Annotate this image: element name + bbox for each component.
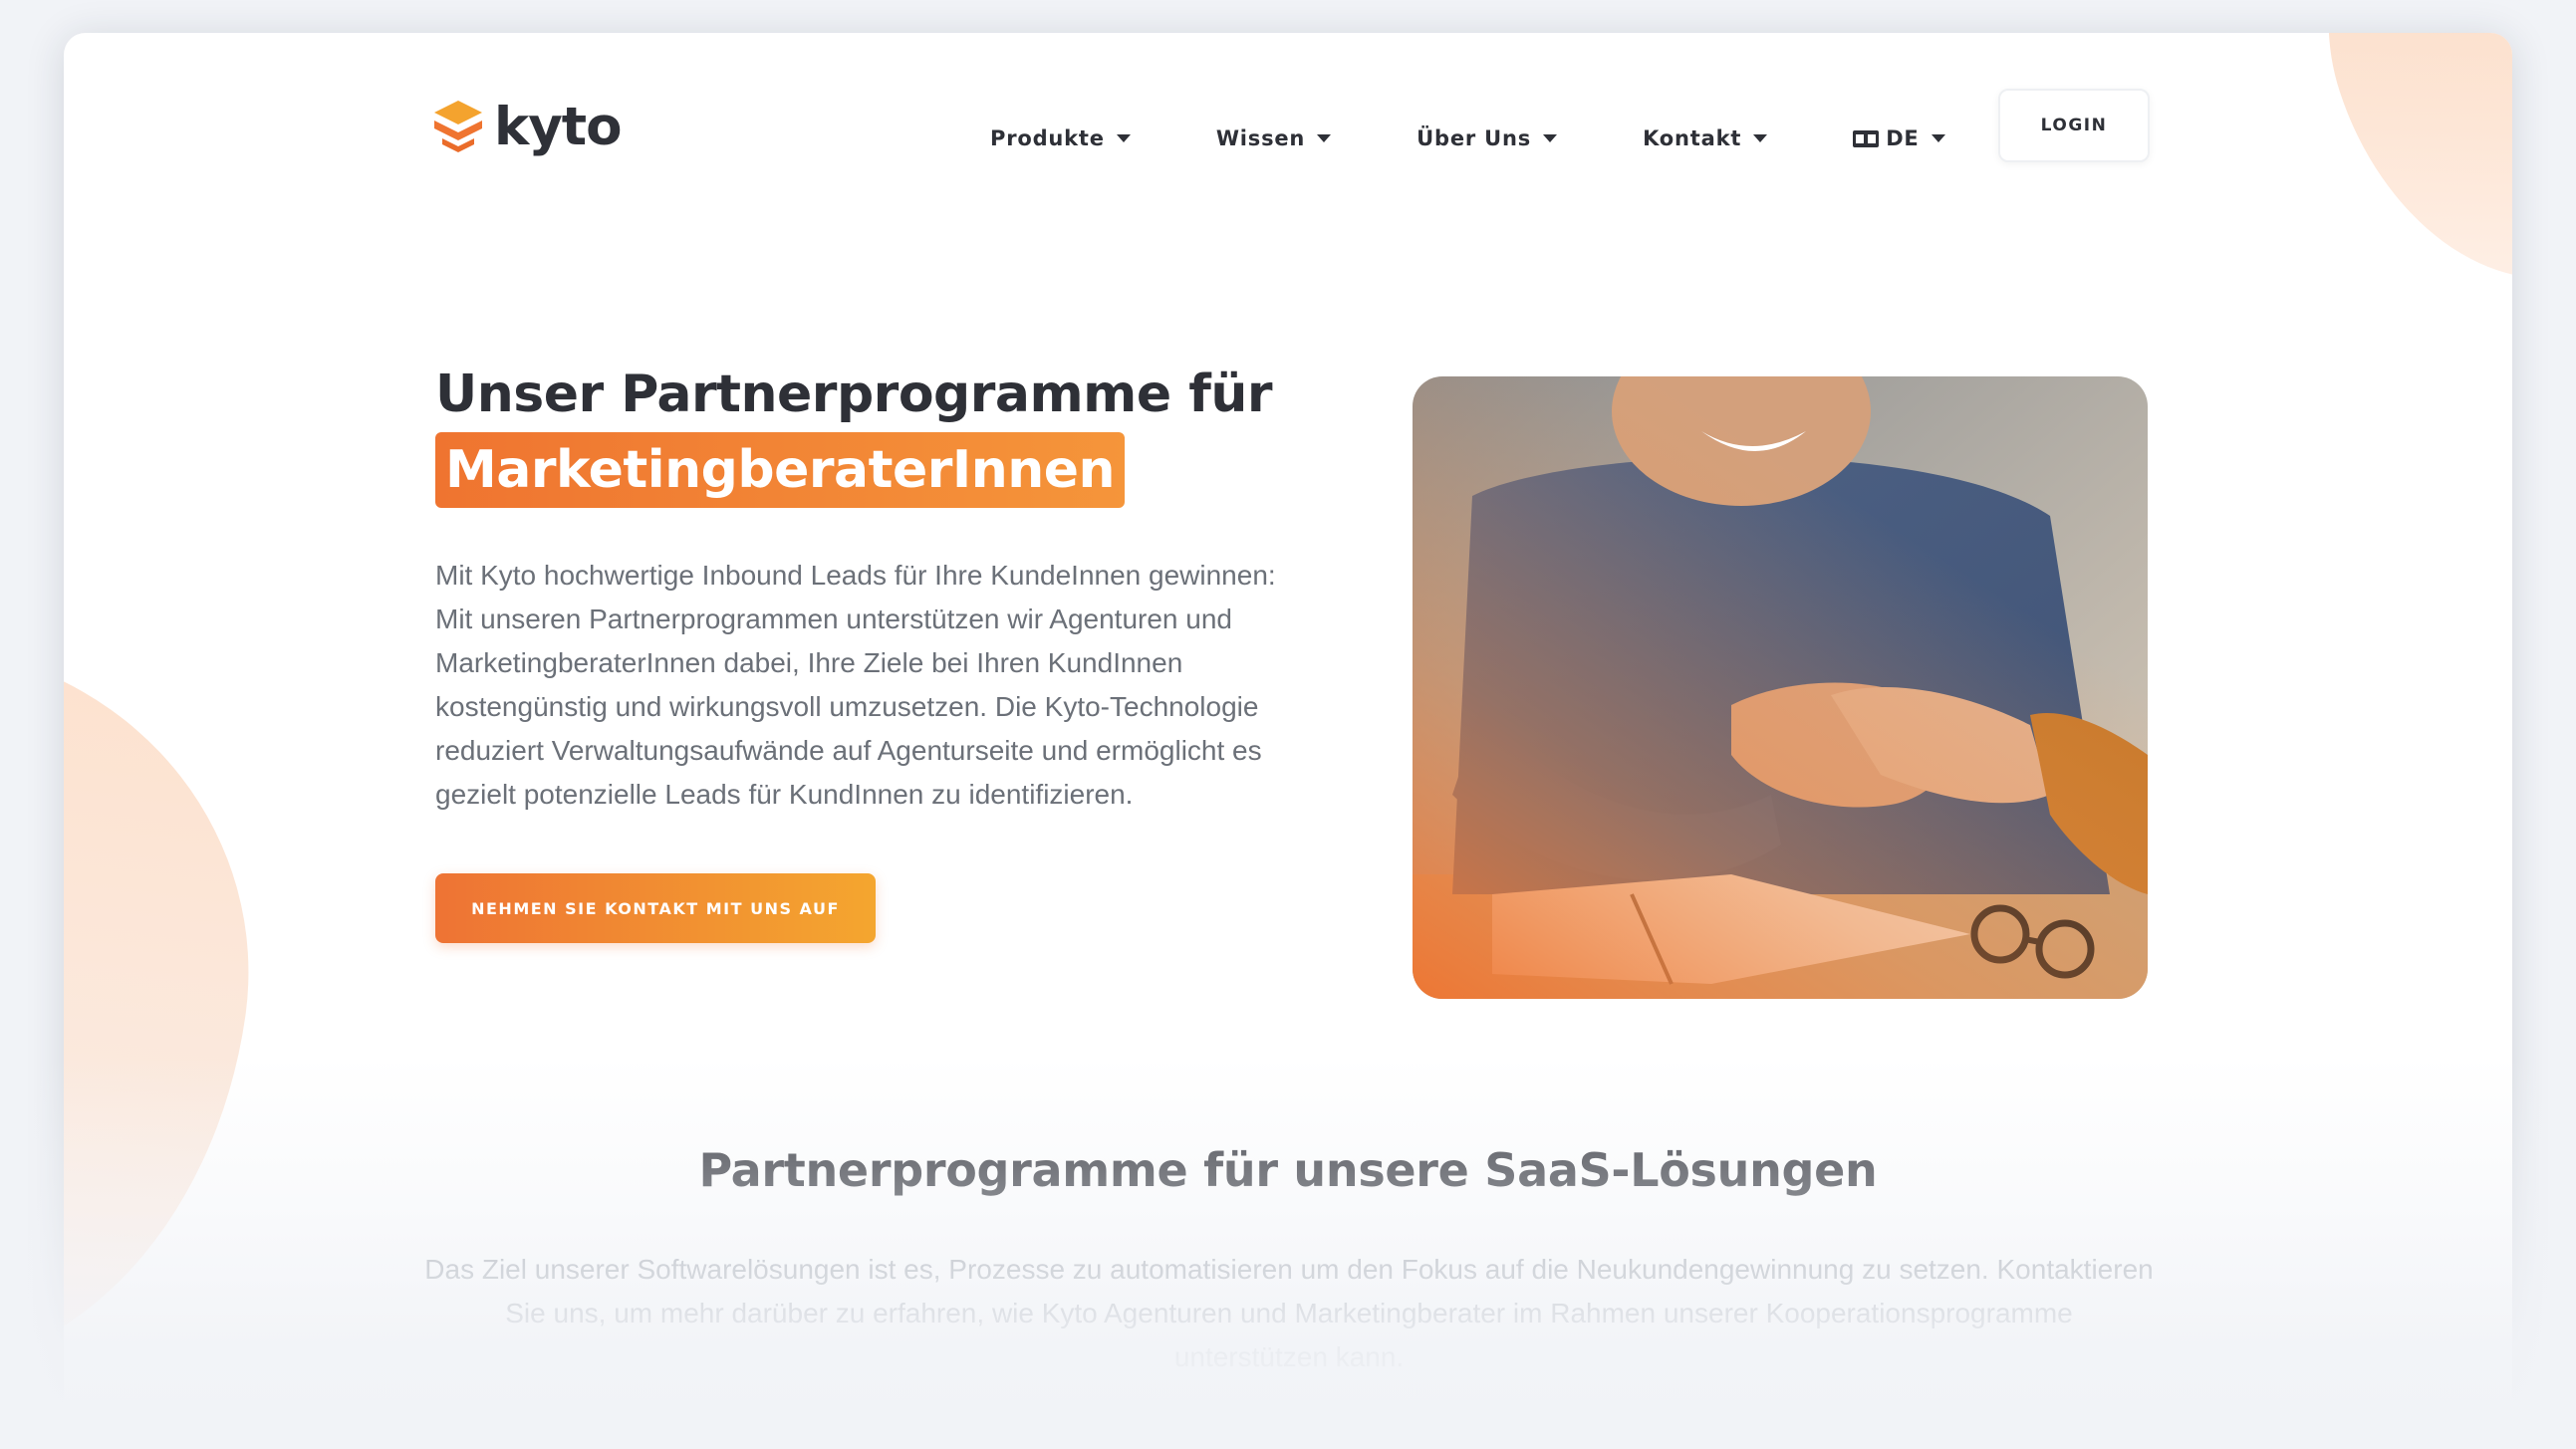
- hero-description-line: gezielt potenzielle Leads für KundInnen …: [435, 779, 1134, 810]
- section-description-line: unterstützen kann.: [1173, 1341, 1405, 1372]
- section-description-line: Sie uns, um mehr darüber zu erfahren, wi…: [505, 1298, 2073, 1328]
- nav-item-label: Wissen: [1215, 126, 1306, 150]
- nav-item-kontakt[interactable]: Kontakt: [1643, 126, 1768, 150]
- caret-down-icon: [1116, 134, 1131, 142]
- main-nav: Produkte Wissen Über Uns Kontakt DE: [990, 126, 1945, 150]
- section-description-line: Das Ziel unserer Softwarelösungen ist es…: [424, 1254, 2154, 1285]
- hero-description-line: kostengünstig und wirkungsvoll umzusetze…: [435, 691, 1259, 722]
- section-description: Das Ziel unserer Softwarelösungen ist es…: [422, 1248, 2156, 1379]
- nav-item-wissen[interactable]: Wissen: [1215, 126, 1332, 150]
- page-card: kyto Produkte Wissen Über Uns Kontakt DE…: [64, 33, 2512, 1449]
- decorative-blob-left: [64, 620, 291, 1407]
- nav-item-label: Kontakt: [1643, 126, 1742, 150]
- nav-item-label: Über Uns: [1417, 126, 1532, 150]
- language-label: DE: [1886, 126, 1920, 150]
- translate-icon: [1853, 129, 1880, 147]
- hero-title: Unser Partnerprogramme für: [435, 364, 1273, 424]
- contact-cta-button[interactable]: NEHMEN SIE KONTAKT MIT UNS AUF: [435, 873, 876, 943]
- caret-down-icon: [1753, 134, 1768, 142]
- hero-description-line: MarketingberaterInnen dabei, Ihre Ziele …: [435, 647, 1183, 678]
- hero-description: Mit Kyto hochwertige Inbound Leads für I…: [435, 554, 1322, 817]
- handshake-photo: [1413, 376, 2148, 999]
- section-title: Partnerprogramme für unsere SaaS-Lösunge…: [698, 1143, 1878, 1197]
- hero-handshake-image: [1413, 376, 2148, 999]
- nav-item-label: Produkte: [990, 126, 1105, 150]
- language-selector[interactable]: DE: [1853, 126, 1945, 150]
- nav-item-ueber-uns[interactable]: Über Uns: [1417, 126, 1558, 150]
- caret-down-icon: [1931, 134, 1945, 142]
- hero-description-line: reduziert Verwaltungsaufwände auf Agentu…: [435, 735, 1262, 766]
- hero-description-line: Mit Kyto hochwertige Inbound Leads für I…: [435, 560, 1276, 591]
- hero-description-line: Mit unseren Partnerprogrammen unterstütz…: [435, 604, 1232, 634]
- kyto-logo-icon: [434, 101, 482, 152]
- caret-down-icon: [1317, 134, 1332, 142]
- login-button[interactable]: LOGIN: [1998, 89, 2150, 162]
- logo[interactable]: kyto: [432, 96, 623, 157]
- hero-title-highlight: MarketingberaterInnen: [435, 432, 1126, 508]
- logo-wordmark: kyto: [494, 96, 623, 157]
- decorative-blob-top-right: [2283, 33, 2512, 328]
- nav-item-produkte[interactable]: Produkte: [990, 126, 1131, 150]
- caret-down-icon: [1543, 134, 1558, 142]
